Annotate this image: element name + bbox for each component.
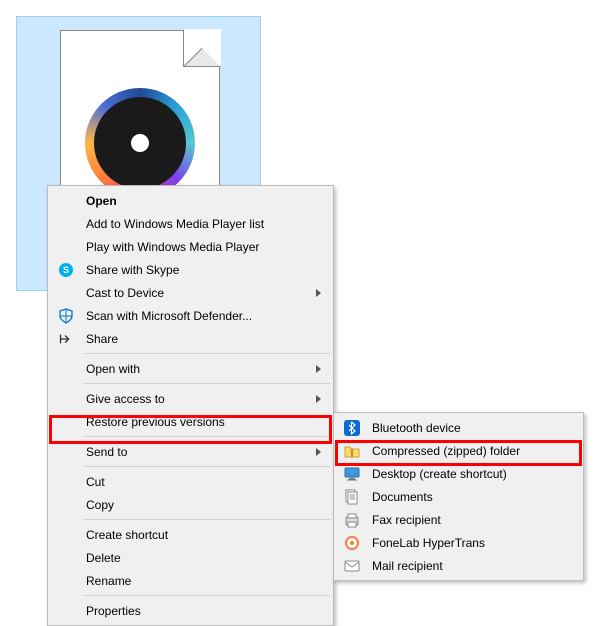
zip-folder-icon	[344, 443, 360, 459]
submenu-arrow-icon	[316, 395, 321, 403]
menu-item-cut[interactable]: Cut	[50, 470, 331, 493]
menu-item-scan-defender[interactable]: Scan with Microsoft Defender...	[50, 304, 331, 327]
menu-item-cast[interactable]: Cast to Device	[50, 281, 331, 304]
menu-label: Share	[86, 332, 118, 346]
submenu-item-fonelab[interactable]: FoneLab HyperTrans	[336, 531, 581, 554]
menu-label: Create shortcut	[86, 528, 168, 542]
fax-icon	[344, 512, 360, 528]
menu-item-add-wmp[interactable]: Add to Windows Media Player list	[50, 212, 331, 235]
menu-item-share[interactable]: Share	[50, 327, 331, 350]
defender-shield-icon	[58, 308, 74, 324]
desktop-icon	[344, 466, 360, 482]
menu-item-give-access[interactable]: Give access to	[50, 387, 331, 410]
menu-item-share-skype[interactable]: S Share with Skype	[50, 258, 331, 281]
menu-item-copy[interactable]: Copy	[50, 493, 331, 516]
submenu-item-compressed[interactable]: Compressed (zipped) folder	[336, 439, 581, 462]
menu-label: Rename	[86, 574, 131, 588]
menu-label: Send to	[86, 445, 127, 459]
menu-separator	[84, 436, 330, 437]
menu-label: Give access to	[86, 392, 165, 406]
submenu-arrow-icon	[316, 448, 321, 456]
menu-label: Copy	[86, 498, 114, 512]
fonelab-icon	[344, 535, 360, 551]
menu-label: Share with Skype	[86, 263, 179, 277]
menu-label: Cut	[86, 475, 105, 489]
menu-separator	[84, 595, 330, 596]
submenu-label: Fax recipient	[372, 513, 441, 527]
menu-item-restore-versions[interactable]: Restore previous versions	[50, 410, 331, 433]
menu-label: Restore previous versions	[86, 415, 225, 429]
svg-text:S: S	[63, 265, 69, 275]
submenu-item-bluetooth[interactable]: Bluetooth device	[336, 416, 581, 439]
submenu-label: Compressed (zipped) folder	[372, 444, 520, 458]
submenu-item-mail[interactable]: Mail recipient	[336, 554, 581, 577]
menu-label: Scan with Microsoft Defender...	[86, 309, 252, 323]
menu-separator	[84, 466, 330, 467]
music-disc-icon	[85, 88, 195, 198]
menu-item-rename[interactable]: Rename	[50, 569, 331, 592]
submenu-item-desktop-shortcut[interactable]: Desktop (create shortcut)	[336, 462, 581, 485]
menu-separator	[84, 383, 330, 384]
menu-item-open-with[interactable]: Open with	[50, 357, 331, 380]
submenu-label: Desktop (create shortcut)	[372, 467, 507, 481]
submenu-label: FoneLab HyperTrans	[372, 536, 485, 550]
menu-item-create-shortcut[interactable]: Create shortcut	[50, 523, 331, 546]
file-fold-corner	[183, 29, 221, 67]
menu-label: Delete	[86, 551, 121, 565]
menu-label: Add to Windows Media Player list	[86, 217, 264, 231]
menu-label: Play with Windows Media Player	[86, 240, 259, 254]
menu-label: Properties	[86, 604, 141, 618]
send-to-submenu: Bluetooth device Compressed (zipped) fol…	[333, 412, 584, 581]
menu-separator	[84, 519, 330, 520]
menu-label: Open with	[86, 362, 140, 376]
share-icon	[58, 331, 74, 347]
menu-item-open[interactable]: Open	[50, 189, 331, 212]
menu-item-send-to[interactable]: Send to	[50, 440, 331, 463]
menu-item-play-wmp[interactable]: Play with Windows Media Player	[50, 235, 331, 258]
documents-icon	[344, 489, 360, 505]
submenu-arrow-icon	[316, 289, 321, 297]
submenu-label: Documents	[372, 490, 433, 504]
menu-item-properties[interactable]: Properties	[50, 599, 331, 622]
submenu-arrow-icon	[316, 365, 321, 373]
menu-label: Cast to Device	[86, 286, 164, 300]
menu-separator	[84, 353, 330, 354]
submenu-item-fax[interactable]: Fax recipient	[336, 508, 581, 531]
submenu-label: Mail recipient	[372, 559, 443, 573]
bluetooth-icon	[344, 420, 360, 436]
menu-label: Open	[86, 194, 117, 208]
menu-item-delete[interactable]: Delete	[50, 546, 331, 569]
context-menu: Open Add to Windows Media Player list Pl…	[47, 185, 334, 626]
skype-icon: S	[58, 262, 74, 278]
submenu-label: Bluetooth device	[372, 421, 461, 435]
mail-icon	[344, 558, 360, 574]
submenu-item-documents[interactable]: Documents	[336, 485, 581, 508]
